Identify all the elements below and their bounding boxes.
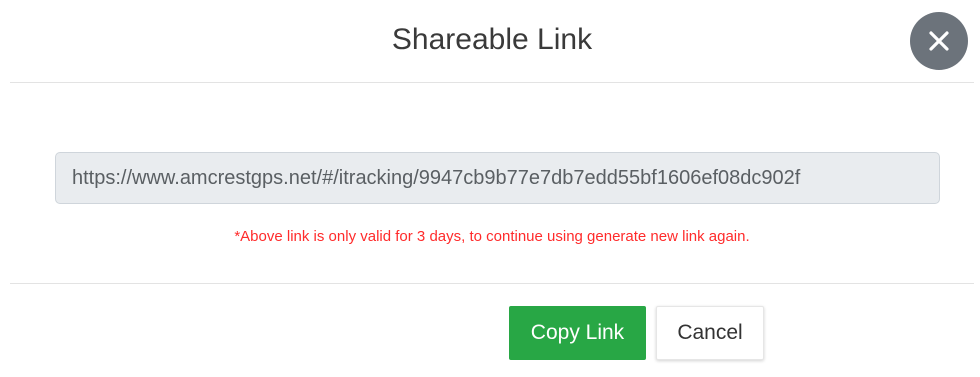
close-button[interactable] [910, 12, 968, 70]
dialog-header: Shareable Link [10, 0, 974, 83]
close-icon [929, 31, 949, 51]
copy-link-button[interactable]: Copy Link [509, 306, 646, 360]
cancel-button[interactable]: Cancel [656, 306, 764, 360]
link-validity-note: *Above link is only valid for 3 days, to… [234, 228, 750, 245]
dialog-footer: Copy Link Cancel [0, 306, 980, 360]
shareable-link-field[interactable] [55, 152, 940, 204]
shareable-link-dialog: Shareable Link *Above link is only valid… [0, 0, 980, 377]
dialog-body: *Above link is only valid for 3 days, to… [10, 83, 974, 284]
dialog-title: Shareable Link [391, 23, 593, 56]
